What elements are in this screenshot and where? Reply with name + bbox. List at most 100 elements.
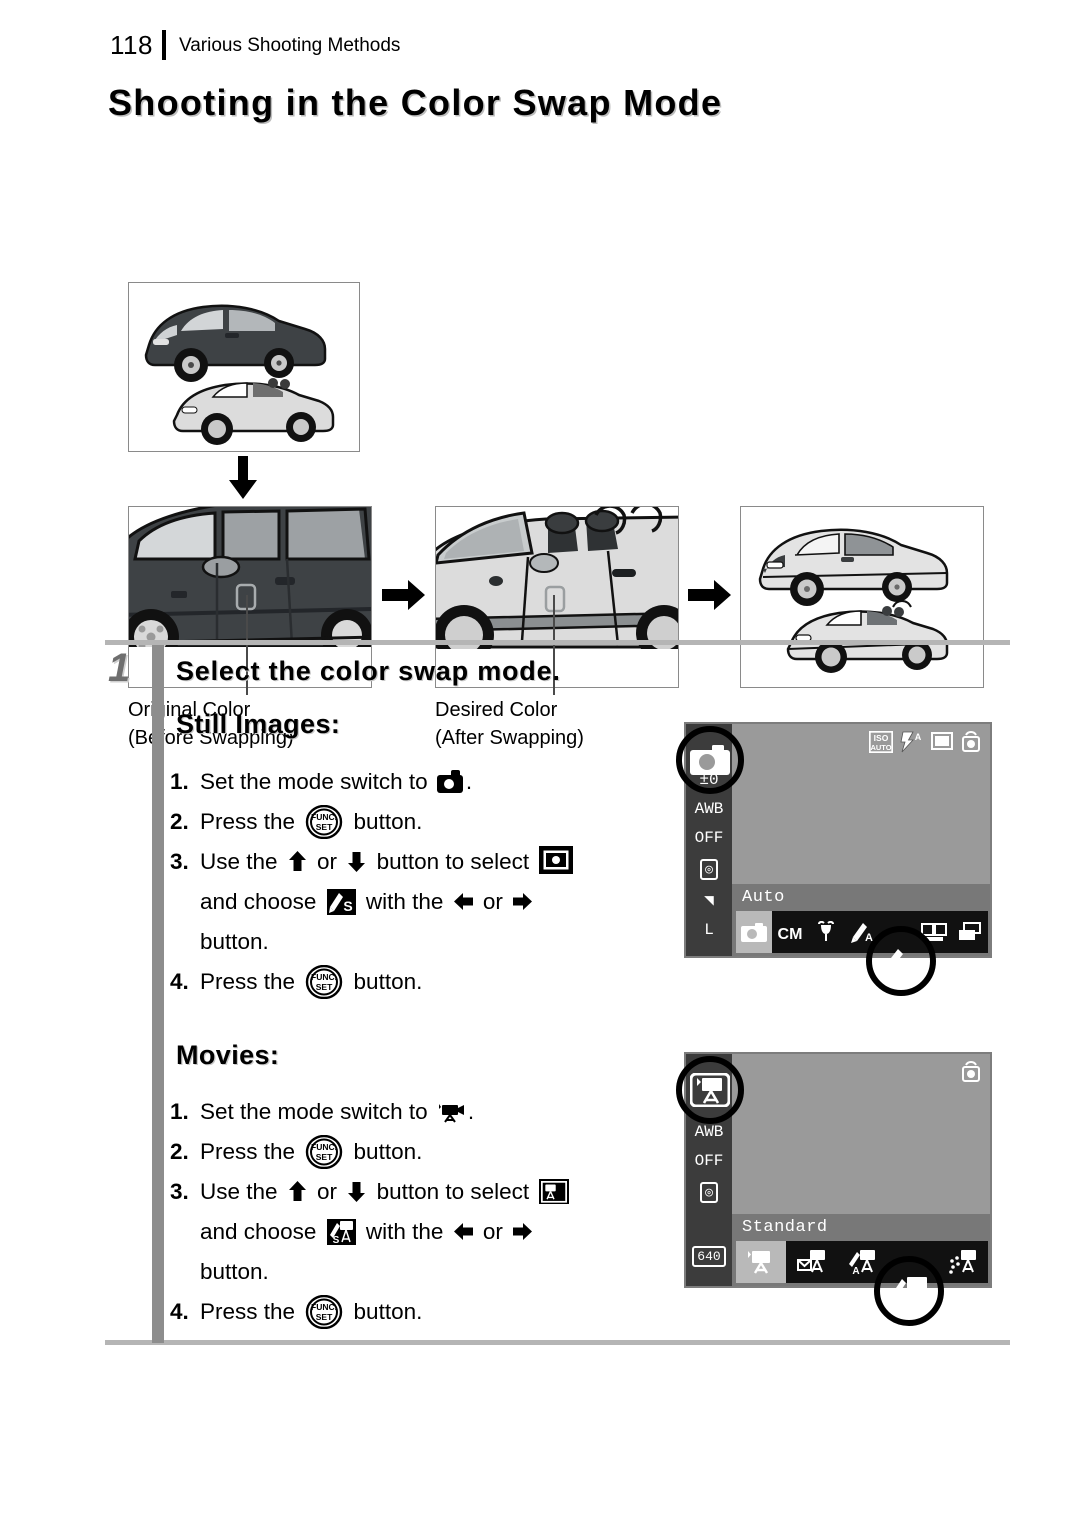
shake-warning-icon [960,731,982,758]
menu-item-cm[interactable]: CM [772,911,808,953]
instruction-text-pre: Press the [200,809,302,834]
instruction-text-seg: or [476,889,510,914]
instruction-text-seg: . [467,1099,475,1124]
instruction-text: Use the or button to select [200,1179,573,1204]
instruction-item: 4. Press the FUNC. SET button. [170,962,690,1002]
instruction-text-seg: button. [347,1139,423,1164]
instruction-text: Use the or button to select [200,846,577,874]
my-colors-still-icon [539,846,574,874]
my-colors-off-icon: OFF [694,1152,724,1170]
svg-text:AUTO: AUTO [870,743,891,752]
instruction-text-seg: button. [347,1299,423,1324]
instruction-text: and choose S with the or [200,1219,536,1245]
menu-item-movie-standard[interactable] [736,1241,787,1283]
color-swap-movie-icon: S [326,1219,356,1245]
svg-text:SET: SET [316,822,333,832]
svg-text:FUNC.: FUNC. [311,1142,337,1152]
instruction-item: 4. Press the FUNC. SET button. [170,1292,690,1332]
instruction-text: button. [200,929,269,954]
instruction-item: and choose S with the or [170,882,690,922]
subheading-movies: Movies: [176,1040,280,1070]
step-heading: Select the color swap mode. [176,656,561,686]
menu-item-camera-auto[interactable] [736,911,772,953]
step-vertical-bar [152,645,164,1343]
instruction-text-pre: Press the [200,969,302,994]
instruction-text-seg: with the [359,889,450,914]
menu-item-poster-effect[interactable] [952,911,988,953]
lcd-menu-strip-movie: A [736,1241,988,1283]
color-swap-icon: S [326,889,356,915]
func-set-icon: FUNC. SET [305,965,343,999]
svg-text:FUNC.: FUNC. [311,812,337,822]
instruction-item: 3. Use the or button to select [170,1172,690,1212]
badge-camera-mode-still [689,739,731,781]
instruction-text-post: . [465,769,473,794]
white-balance-icon: AWB [694,1123,724,1141]
menu-item-digital-macro[interactable] [808,911,844,953]
compression-icon: ◥ [704,892,714,910]
caption-desired-color: Desired Color (After Swapping) [435,699,584,750]
list-marker: 2. [170,1139,189,1164]
single-shot-icon [931,731,953,756]
instruction-text: button. [200,1259,269,1284]
instruction-text-seg: button to select [370,1179,536,1204]
badge-movie-mode [689,1069,731,1111]
instruction-text: Press the FUNC. SET button. [200,965,423,999]
camera-icon [436,770,463,793]
down-arrow-icon [228,456,258,500]
lcd-mode-label-still: Auto [742,888,785,907]
instruction-text-seg: Press the [200,1139,302,1164]
instruction-item: button. [170,922,690,962]
down-arrow-icon [347,1181,366,1202]
running-title: Various Shooting Methods [178,34,401,56]
svg-text:SET: SET [316,1152,333,1162]
instruction-item: 2. Press the FUNC. SET button. [170,802,690,842]
instruction-text-seg: Use the [200,1179,284,1204]
step-top-divider [105,640,1010,645]
instruction-text-seg: button to select [370,849,536,874]
instruction-text-seg: or [476,1219,510,1244]
instruction-text: Set the mode switch to . [200,1099,474,1124]
badge-color-swap-movie: S [888,1274,930,1308]
menu-item-movie-effect[interactable] [938,1241,988,1283]
instruction-text-seg: and choose [200,1219,323,1244]
right-arrow-icon [513,1221,533,1242]
menu-item-movie-compact[interactable] [786,1241,836,1283]
instructions-movies: 1. Set the mode switch to . 2. Press the… [170,1092,690,1332]
list-marker: 1. [170,769,189,794]
svg-text:A: A [852,1266,859,1275]
instruction-item: 1. Set the mode switch to . [170,762,690,802]
instruction-text-post: button. [347,969,423,994]
instruction-text: Press the FUNC. SET button. [200,1295,423,1329]
flash-auto-icon: A [900,731,924,758]
figure-color-swap-illustration: Original Color (Before Swapping) Desired… [0,140,1080,749]
instruction-text-seg: Press the [200,1299,302,1324]
right-arrow-icon [513,891,533,912]
resolution-icon: L [704,921,714,939]
instruction-text-post: button. [347,809,423,834]
page-header: 118 Various Shooting Methods [110,28,400,62]
svg-text:FUNC.: FUNC. [311,1302,337,1312]
list-marker: 2. [170,809,189,834]
page-number: 118 [110,30,153,60]
list-marker: 3. [170,1179,189,1204]
instruction-item: 1. Set the mode switch to . [170,1092,690,1132]
instruction-text-seg: or [310,1179,344,1204]
down-arrow-icon [347,851,366,872]
instruction-text: Press the FUNC. SET button. [200,805,423,839]
func-set-icon: FUNC. SET [305,805,343,839]
instructions-still-images: 1. Set the mode switch to . 2. Press the… [170,762,690,1002]
right-arrow-icon-1 [382,578,426,612]
svg-text:S: S [343,898,352,914]
subheading-still-images: Still Images: [176,709,341,739]
step-bottom-divider [105,1340,1010,1345]
lcd-top-icons-movie [960,1061,982,1088]
metering-icon: ◎ [700,1182,718,1203]
lcd-top-icons-still: ISO AUTO A [868,730,982,758]
instruction-text: and choose S with the or [200,889,536,915]
left-arrow-icon [453,891,473,912]
svg-text:FUNC.: FUNC. [311,972,337,982]
instruction-item: button. [170,1252,690,1292]
up-arrow-icon [288,851,307,872]
left-arrow-icon [453,1221,473,1242]
